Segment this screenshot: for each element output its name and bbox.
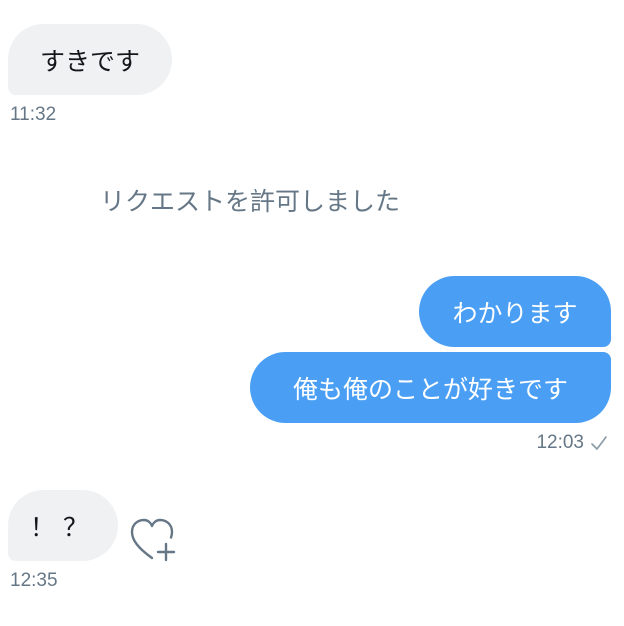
- system-notice: リクエストを許可しました: [100, 187, 401, 216]
- message-timestamp-row: 12:03: [536, 432, 608, 454]
- message-bubble-incoming[interactable]: ！？: [8, 490, 118, 561]
- message-text: すきです: [39, 46, 140, 76]
- message-bubble-incoming[interactable]: すきです: [8, 24, 172, 95]
- message-text: わかります: [452, 298, 578, 328]
- message-timestamp: 11:32: [10, 104, 57, 125]
- message-bubble-outgoing[interactable]: 俺も俺のことが好きです: [250, 352, 611, 423]
- checkmark-icon: [591, 436, 607, 450]
- heart-plus-icon[interactable]: [128, 514, 180, 564]
- message-timestamp: 12:35: [10, 570, 58, 591]
- message-text: ！？: [29, 512, 96, 542]
- message-bubble-outgoing[interactable]: わかります: [419, 276, 611, 347]
- message-text: 俺も俺のことが好きです: [292, 374, 568, 404]
- message-timestamp: 12:03: [536, 432, 584, 453]
